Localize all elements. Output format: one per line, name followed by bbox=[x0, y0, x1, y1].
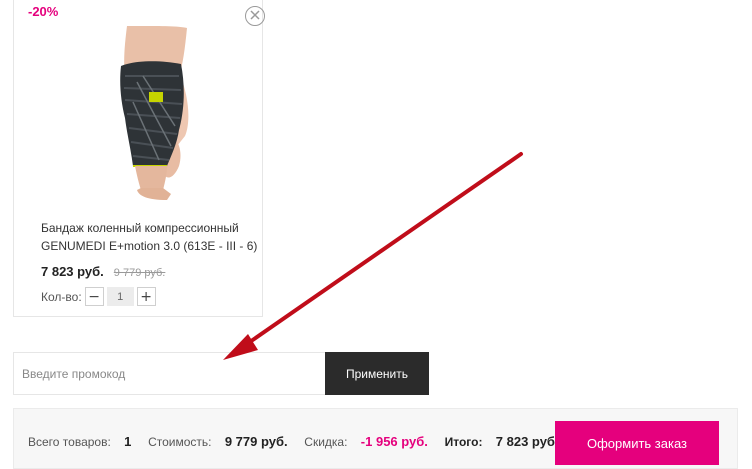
old-price: 9 779 руб. bbox=[113, 267, 166, 279]
quantity-label: Кол-во: bbox=[41, 289, 82, 304]
price-row: 7 823 руб. 9 779 руб. bbox=[41, 264, 165, 279]
promo-form: Применить bbox=[13, 352, 429, 395]
quantity-input[interactable] bbox=[106, 287, 134, 306]
cost-label: Стоимость: bbox=[148, 435, 212, 449]
increase-quantity-button[interactable]: + bbox=[136, 287, 156, 306]
total-value: 7 823 руб. bbox=[495, 434, 559, 449]
current-price: 7 823 руб. bbox=[41, 264, 104, 279]
items-count-value: 1 bbox=[124, 434, 132, 449]
apply-promo-button[interactable]: Применить bbox=[325, 352, 429, 395]
checkout-button[interactable]: Оформить заказ bbox=[555, 421, 719, 465]
decrease-quantity-button[interactable]: − bbox=[84, 287, 104, 306]
discount-badge: -20% bbox=[28, 4, 59, 19]
quantity-stepper: Кол-во: − + bbox=[41, 287, 156, 306]
order-summary-bar: Всего товаров: 1 Стоимость: 9 779 руб. С… bbox=[13, 408, 738, 469]
order-summary-text: Всего товаров: 1 Стоимость: 9 779 руб. С… bbox=[28, 434, 559, 449]
items-count-label: Всего товаров: bbox=[28, 435, 111, 449]
close-icon bbox=[250, 7, 260, 25]
product-card: -20% Бандаж коленный компрессионный GENU… bbox=[13, 0, 265, 317]
cost-value: 9 779 руб. bbox=[224, 434, 288, 449]
remove-item-button[interactable] bbox=[245, 6, 265, 26]
promo-code-input[interactable] bbox=[14, 353, 325, 394]
product-image[interactable] bbox=[81, 26, 209, 202]
total-label: Итого: bbox=[444, 435, 483, 449]
discount-value: -1 956 руб. bbox=[360, 434, 428, 449]
product-name[interactable]: Бандаж коленный компрессионный GENUMEDI … bbox=[41, 219, 271, 255]
discount-label: Скидка: bbox=[304, 435, 348, 449]
